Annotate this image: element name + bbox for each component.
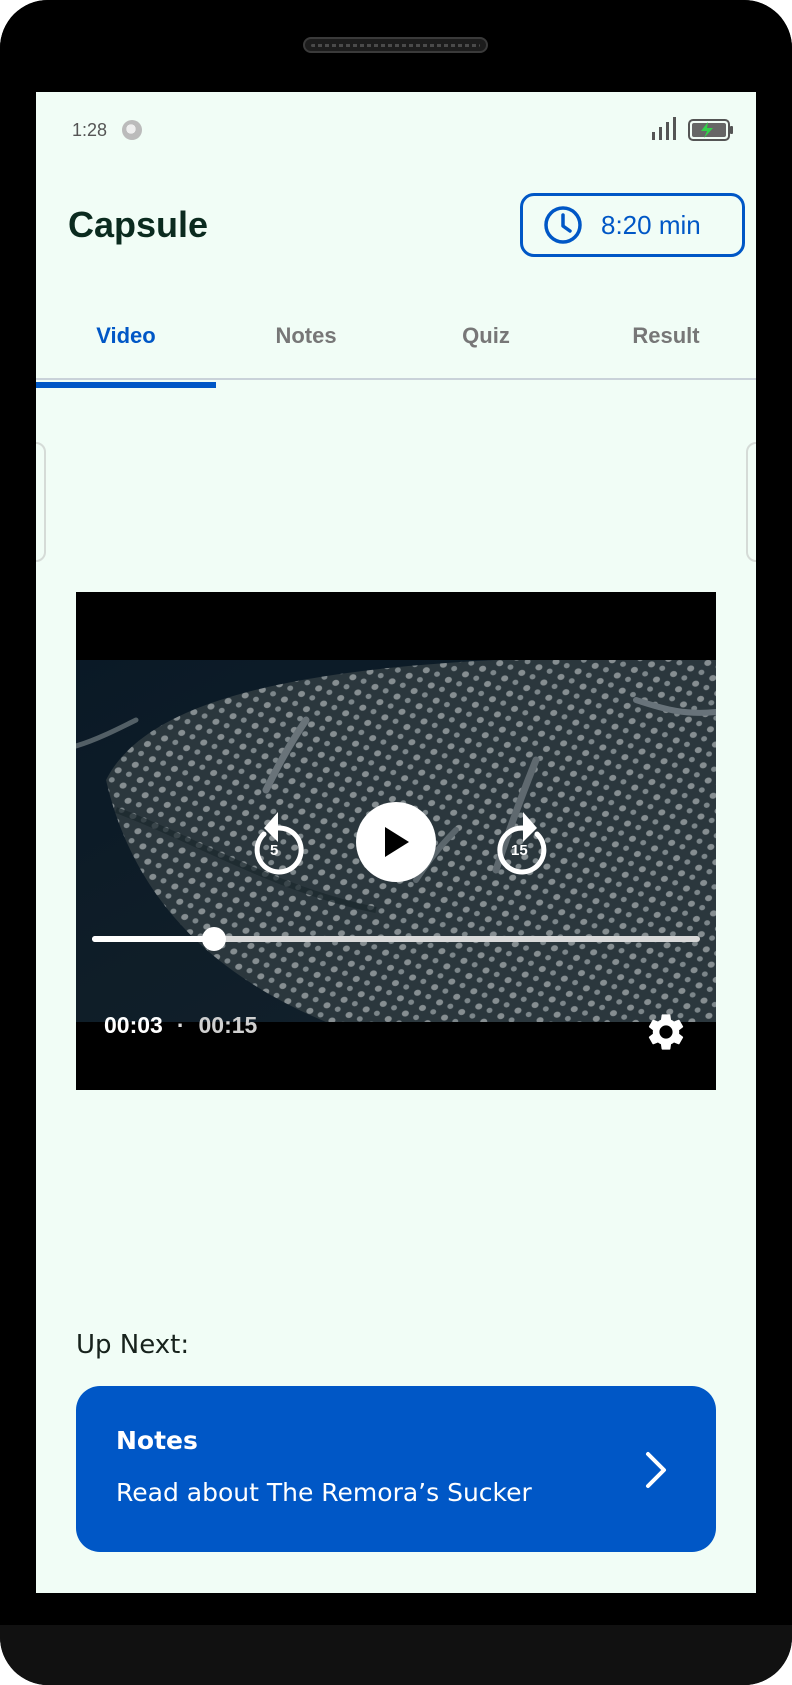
total-time: 00:15 <box>198 1012 258 1038</box>
up-next-title: Notes <box>116 1426 198 1455</box>
battery-charging-icon <box>688 119 733 141</box>
up-next-card[interactable]: Notes Read about The Remora’s Sucker <box>76 1386 716 1552</box>
up-next-label: Up Next: <box>76 1330 190 1360</box>
forward-button[interactable]: 15 <box>489 804 559 880</box>
tab-notes[interactable]: Notes <box>216 292 396 380</box>
rewind-seconds: 5 <box>270 842 279 859</box>
tab-quiz[interactable]: Quiz <box>396 292 576 380</box>
status-notification-icon <box>122 120 142 140</box>
time-separator: · <box>176 1012 185 1038</box>
progress-bar[interactable] <box>92 927 700 951</box>
page-title: Capsule <box>68 204 209 245</box>
previous-card-edge[interactable] <box>36 442 46 562</box>
app-screen: 1:28 Capsule 8:20 min Video Notes Quiz R… <box>36 92 756 1593</box>
timer-button[interactable]: 8:20 min <box>520 193 745 257</box>
forward-seconds: 15 <box>511 842 528 859</box>
gear-icon <box>648 1014 684 1050</box>
bottom-bezel <box>0 1625 792 1685</box>
time-display: 00:03 · 00:15 <box>104 1012 257 1039</box>
tab-bar: Video Notes Quiz Result <box>36 292 756 380</box>
earpiece-speaker <box>303 37 488 53</box>
up-next-subtitle: Read about The Remora’s Sucker <box>116 1478 532 1507</box>
tab-video[interactable]: Video <box>36 292 216 380</box>
clock-icon <box>544 206 582 244</box>
settings-button[interactable] <box>644 1010 688 1054</box>
signal-icon <box>652 117 676 140</box>
play-icon <box>385 827 409 857</box>
video-player[interactable]: 5 15 00:03 · 00:15 <box>76 592 716 1090</box>
status-time: 1:28 <box>72 120 108 140</box>
next-card-edge[interactable] <box>746 442 756 562</box>
progress-thumb[interactable] <box>201 927 226 951</box>
progress-fill <box>92 936 214 942</box>
tab-result[interactable]: Result <box>576 292 756 380</box>
phone-frame: 1:28 Capsule 8:20 min Video Notes Quiz R… <box>0 0 792 1685</box>
top-bezel <box>0 0 792 92</box>
chevron-right-icon <box>646 1452 666 1488</box>
play-button[interactable] <box>356 802 436 882</box>
timer-label: 8:20 min <box>601 209 701 240</box>
rewind-button[interactable]: 5 <box>242 804 312 880</box>
current-time: 00:03 <box>104 1012 163 1038</box>
active-tab-indicator <box>36 382 216 388</box>
